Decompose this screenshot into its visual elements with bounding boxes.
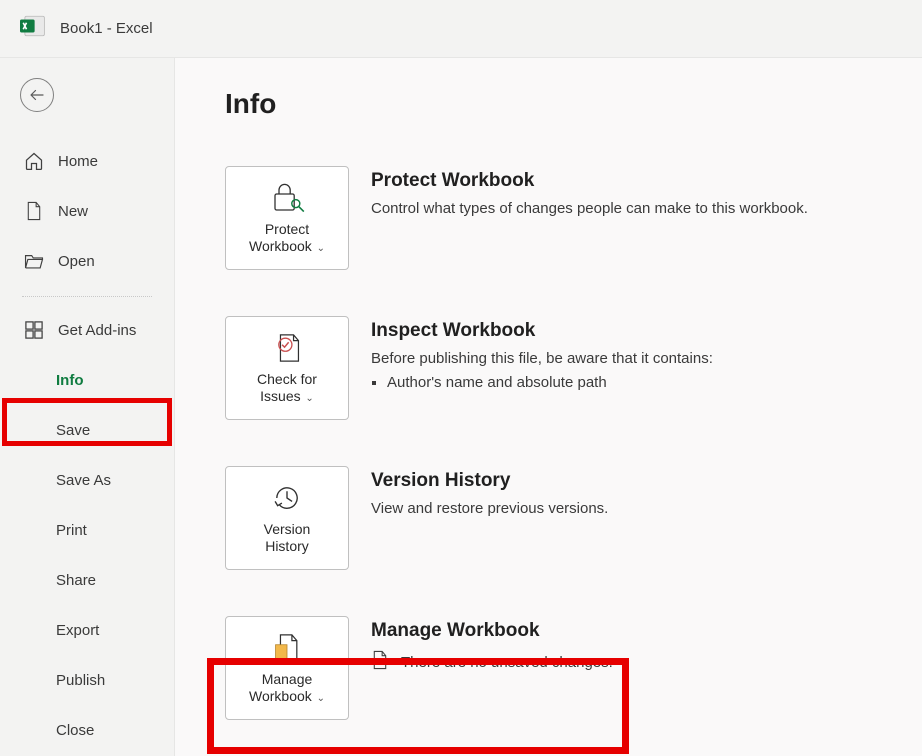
nav-label: Print bbox=[56, 522, 87, 539]
check-for-issues-button[interactable]: Check for Issues ⌄ bbox=[225, 316, 349, 420]
nav-share[interactable]: Share bbox=[0, 555, 174, 605]
document-check-icon bbox=[269, 331, 305, 365]
bullet-item: Author's name and absolute path bbox=[387, 374, 713, 391]
document-stack-icon bbox=[269, 631, 305, 665]
addins-icon bbox=[24, 321, 44, 339]
section-title: Version History bbox=[371, 470, 608, 492]
version-history-button[interactable]: Version History bbox=[225, 466, 349, 570]
arrow-left-icon bbox=[28, 86, 46, 104]
excel-icon bbox=[20, 13, 46, 44]
nav-label: Home bbox=[58, 153, 98, 170]
nav-new[interactable]: New bbox=[0, 186, 174, 236]
new-file-icon bbox=[24, 201, 44, 221]
nav-info[interactable]: Info bbox=[0, 355, 174, 405]
home-icon bbox=[24, 151, 44, 171]
protect-workbook-button[interactable]: Protect Workbook ⌄ bbox=[225, 166, 349, 270]
nav-export[interactable]: Export bbox=[0, 605, 174, 655]
manage-status-row: There are no unsaved changes. bbox=[371, 650, 613, 674]
status-text: There are no unsaved changes. bbox=[401, 654, 613, 671]
version-history-section: Version History Version History View and… bbox=[225, 466, 922, 570]
section-description: Before publishing this file, be aware th… bbox=[371, 348, 713, 370]
chevron-down-icon: ⌄ bbox=[303, 393, 314, 404]
nav-label: Open bbox=[58, 253, 95, 270]
section-title: Inspect Workbook bbox=[371, 320, 713, 342]
manage-workbook-button[interactable]: Manage Workbook ⌄ bbox=[225, 616, 349, 720]
nav-print[interactable]: Print bbox=[0, 505, 174, 555]
section-title: Manage Workbook bbox=[371, 620, 613, 642]
lock-key-icon bbox=[267, 181, 307, 215]
page-title: Info bbox=[225, 88, 922, 120]
open-folder-icon bbox=[24, 252, 44, 270]
nav-label: Save As bbox=[56, 472, 111, 489]
tile-label: Version History bbox=[264, 521, 311, 555]
tile-label: Check for Issues ⌄ bbox=[257, 371, 317, 405]
nav-home[interactable]: Home bbox=[0, 136, 174, 186]
info-page: Info Protect Workbook ⌄ Protec bbox=[174, 58, 922, 756]
nav-label: Info bbox=[56, 372, 84, 389]
nav-label: Publish bbox=[56, 672, 105, 689]
nav-publish[interactable]: Publish bbox=[0, 655, 174, 705]
nav-close[interactable]: Close bbox=[0, 705, 174, 755]
nav-label: New bbox=[58, 203, 88, 220]
inspect-workbook-section: Check for Issues ⌄ Inspect Workbook Befo… bbox=[225, 316, 922, 420]
back-button[interactable] bbox=[20, 78, 54, 112]
nav-save[interactable]: Save bbox=[0, 405, 174, 455]
section-title: Protect Workbook bbox=[371, 170, 808, 192]
backstage-sidebar: Home New Open Get Add-ins Info Save bbox=[0, 58, 174, 756]
nav-label: Share bbox=[56, 572, 96, 589]
tile-label: Protect Workbook ⌄ bbox=[249, 221, 325, 255]
tile-label: Manage Workbook ⌄ bbox=[249, 671, 325, 705]
nav-label: Get Add-ins bbox=[58, 322, 136, 339]
nav-divider bbox=[22, 296, 152, 297]
inspect-bullets: Author's name and absolute path bbox=[371, 374, 713, 391]
protect-workbook-section: Protect Workbook ⌄ Protect Workbook Cont… bbox=[225, 166, 922, 270]
section-description: View and restore previous versions. bbox=[371, 498, 608, 520]
section-description: Control what types of changes people can… bbox=[371, 198, 808, 220]
nav-save-as[interactable]: Save As bbox=[0, 455, 174, 505]
nav-label: Save bbox=[56, 422, 90, 439]
chevron-down-icon: ⌄ bbox=[314, 693, 325, 704]
nav-open[interactable]: Open bbox=[0, 236, 174, 286]
nav-label: Close bbox=[56, 722, 94, 739]
title-bar: Book1 - Excel bbox=[0, 0, 922, 58]
nav-get-addins[interactable]: Get Add-ins bbox=[0, 305, 174, 355]
nav-label: Export bbox=[56, 622, 99, 639]
chevron-down-icon: ⌄ bbox=[314, 243, 325, 254]
history-clock-icon bbox=[269, 481, 305, 515]
manage-workbook-section: Manage Workbook ⌄ Manage Workbook There … bbox=[225, 616, 922, 720]
document-icon bbox=[371, 650, 389, 674]
window-title: Book1 - Excel bbox=[60, 20, 153, 37]
